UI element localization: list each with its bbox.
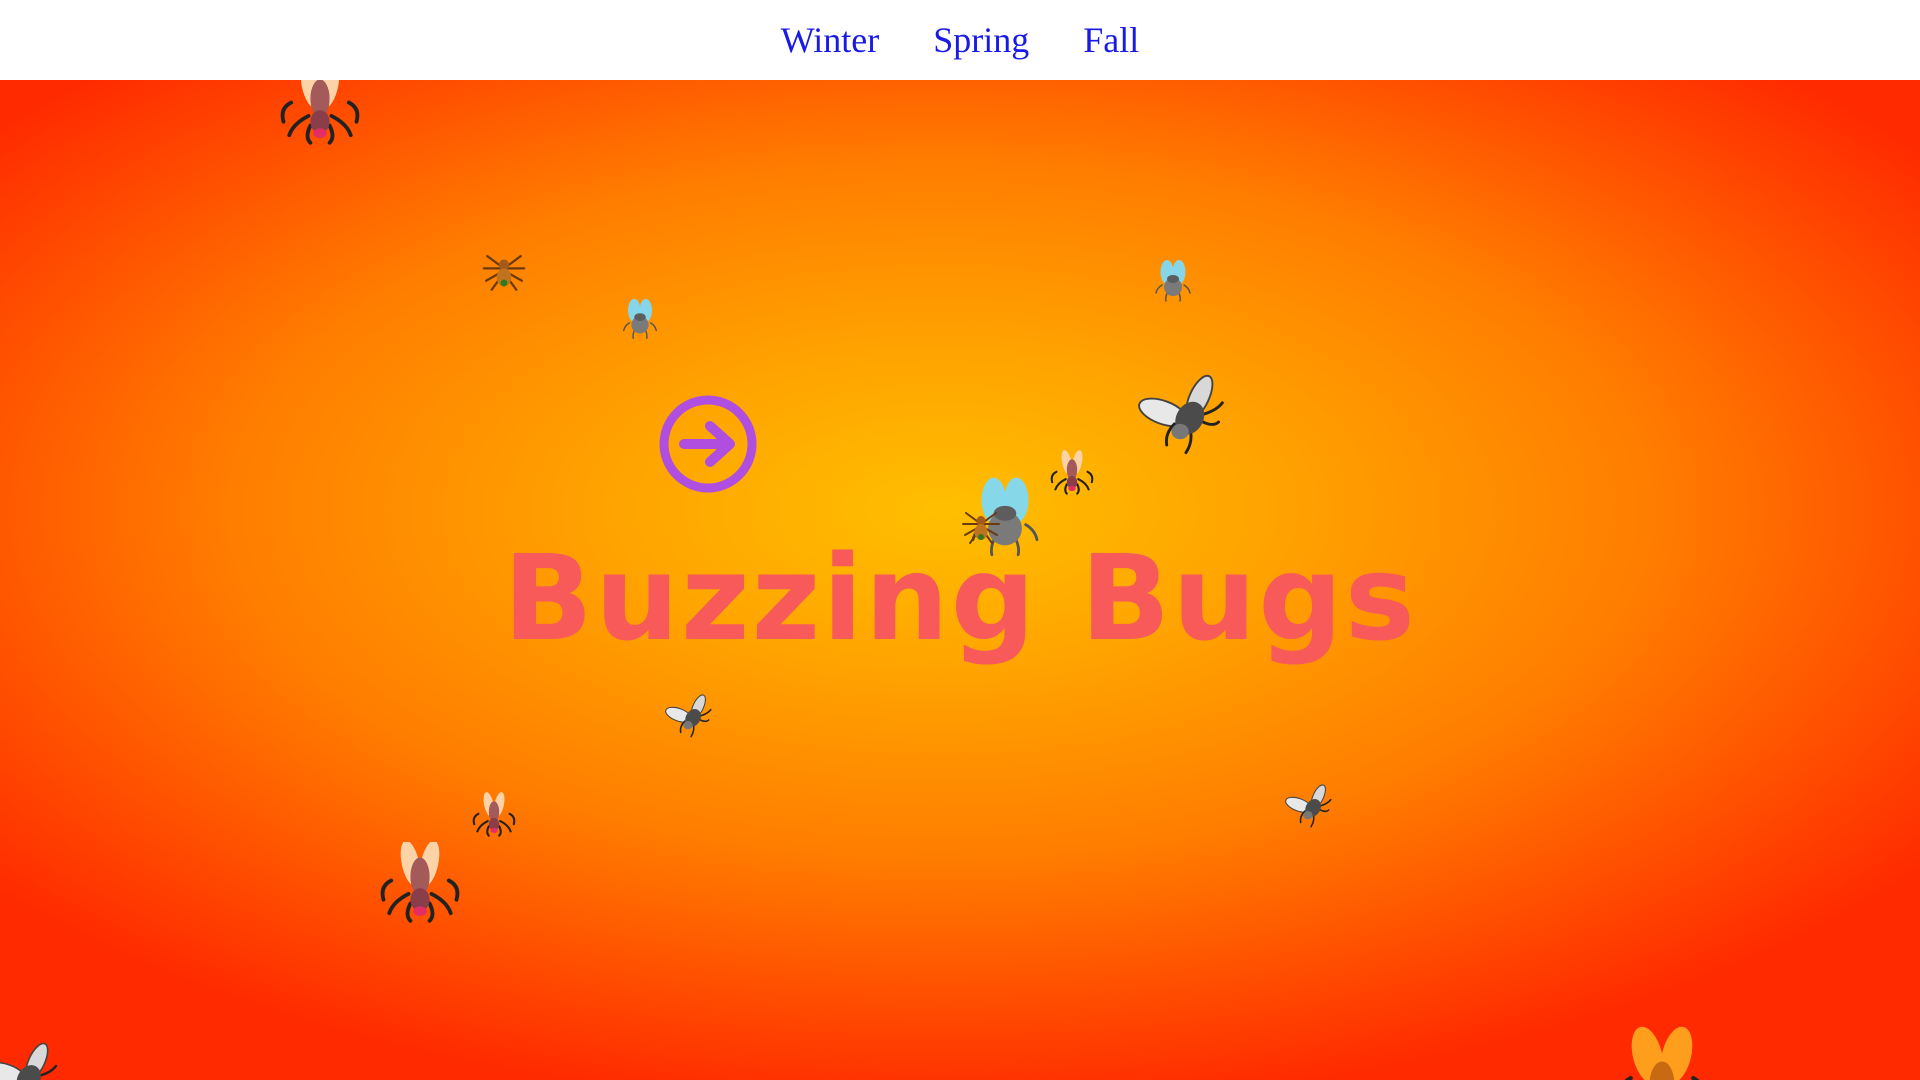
season-nav: Winter Spring Fall bbox=[0, 0, 1920, 80]
housefly-icon[interactable] bbox=[1134, 374, 1234, 470]
mosquito-icon[interactable] bbox=[272, 80, 368, 162]
fly-icon[interactable] bbox=[1148, 256, 1198, 308]
nav-link-fall[interactable]: Fall bbox=[1083, 22, 1139, 58]
arrow-right-circle-icon bbox=[659, 395, 757, 493]
mosquito-icon[interactable] bbox=[1046, 450, 1098, 506]
spider-icon[interactable] bbox=[476, 246, 532, 302]
housefly-icon[interactable] bbox=[664, 694, 716, 746]
spider-icon[interactable] bbox=[956, 502, 1006, 556]
game-stage[interactable]: Buzzing Bugs bbox=[0, 80, 1920, 1080]
fly-icon[interactable] bbox=[616, 294, 664, 346]
mosquito-icon[interactable] bbox=[372, 842, 468, 942]
nav-link-spring[interactable]: Spring bbox=[933, 22, 1029, 58]
housefly-icon[interactable] bbox=[1284, 784, 1336, 836]
mosquito-icon[interactable] bbox=[468, 792, 520, 848]
nav-link-winter[interactable]: Winter bbox=[781, 22, 880, 58]
mosquito-icon[interactable] bbox=[1610, 1024, 1714, 1080]
play-button[interactable] bbox=[658, 394, 758, 494]
housefly-icon[interactable] bbox=[0, 1042, 64, 1080]
